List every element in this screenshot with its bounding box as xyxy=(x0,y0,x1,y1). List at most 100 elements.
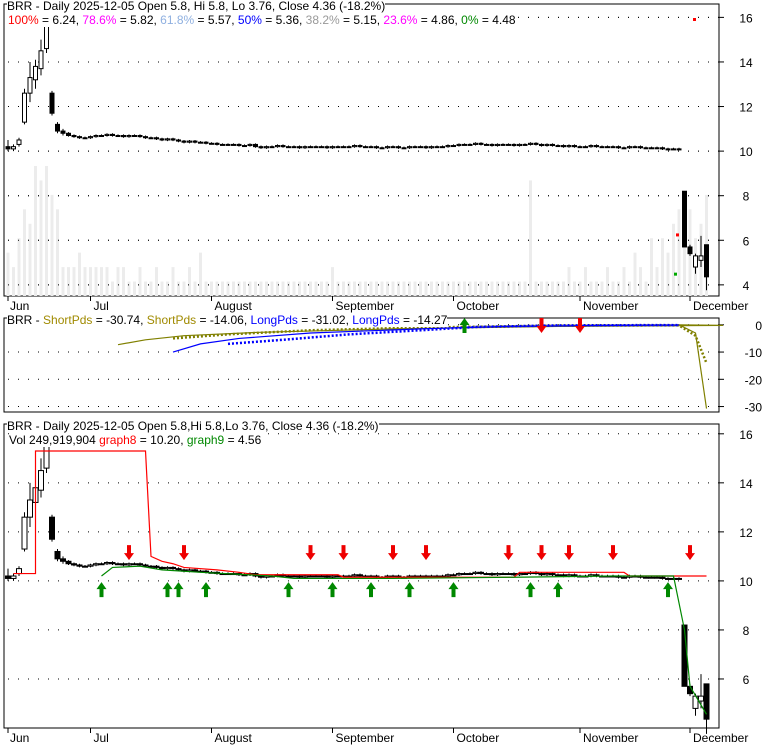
candle-body xyxy=(571,574,578,577)
volume-bar xyxy=(529,180,532,296)
candle-body xyxy=(203,141,209,144)
series-name: ShortPds xyxy=(146,313,197,327)
fib-level-value: 4.86 xyxy=(431,13,455,27)
volume-bar xyxy=(67,267,70,296)
volume-bar xyxy=(72,267,76,296)
fib-level-label: 100% xyxy=(8,13,39,27)
candle-body xyxy=(269,146,275,149)
candle-body xyxy=(511,573,517,576)
fib-level-value: 5.82 xyxy=(130,13,154,27)
volume-bar xyxy=(628,281,631,296)
volume-bar xyxy=(644,281,648,296)
candle-body xyxy=(137,563,143,566)
volume-bar xyxy=(622,267,626,296)
y-tick-label: 16 xyxy=(739,11,753,25)
volume-bar xyxy=(655,267,659,296)
candle-body xyxy=(489,143,495,147)
candle-body xyxy=(110,133,115,137)
volume-bar xyxy=(534,281,538,296)
x-tick-label: October xyxy=(457,731,500,745)
volume-bar xyxy=(298,281,301,296)
volume-bar xyxy=(17,238,21,296)
down-arrow-icon xyxy=(608,545,618,561)
candle-body xyxy=(423,146,429,149)
volume-bar xyxy=(485,281,488,296)
candle-body xyxy=(467,573,473,576)
candle-body xyxy=(55,123,60,132)
candle-body xyxy=(236,143,242,147)
candle-body xyxy=(659,576,666,579)
volume-bar xyxy=(424,281,428,296)
volume-bar xyxy=(369,281,373,296)
candle-body xyxy=(539,143,544,147)
candle-body xyxy=(49,92,55,114)
series-value: -14.27 xyxy=(413,313,448,327)
volume-bar xyxy=(457,281,461,296)
up-arrow-icon xyxy=(525,582,536,598)
volume-bar xyxy=(518,281,521,296)
candle-body xyxy=(324,575,330,578)
candle-body xyxy=(528,142,533,145)
y-tick-label: -10 xyxy=(745,346,763,360)
volume-bar xyxy=(133,281,136,296)
down-arrow-icon xyxy=(536,545,547,561)
candle-body xyxy=(478,571,484,575)
volume-bar xyxy=(188,267,191,296)
candle-body xyxy=(307,575,314,578)
candle-body xyxy=(335,146,341,149)
candle-body xyxy=(649,147,654,150)
candle-body xyxy=(60,130,66,134)
candle-body xyxy=(291,575,297,578)
candle-body xyxy=(10,575,17,579)
candle-body xyxy=(544,573,550,576)
candle-body xyxy=(572,145,577,148)
candle-body xyxy=(148,565,154,568)
x-tick-label: August xyxy=(215,299,253,313)
candle-body xyxy=(456,143,462,147)
up-arrow-icon xyxy=(459,318,470,333)
candle-body xyxy=(616,146,621,149)
candle-body xyxy=(214,142,220,145)
volume-bar xyxy=(122,267,125,296)
candle-body xyxy=(297,146,302,149)
volume-bar xyxy=(661,238,664,296)
candle-body xyxy=(467,143,473,146)
pds-title: BRR xyxy=(7,313,33,327)
candle-body xyxy=(115,135,121,138)
series-name: LongPds xyxy=(250,313,298,327)
candle-body xyxy=(363,146,368,149)
volume-bar xyxy=(397,281,400,296)
volume-bar xyxy=(672,223,675,296)
y-tick-label: 14 xyxy=(739,477,753,491)
candle-body xyxy=(5,575,11,579)
volume-bar xyxy=(45,166,48,296)
volume-bar xyxy=(105,267,109,296)
candle-body xyxy=(560,574,567,577)
up-arrow-icon xyxy=(96,582,107,598)
candle-body xyxy=(99,135,104,138)
up-arrow-icon xyxy=(663,582,673,598)
volume-bar xyxy=(259,281,263,296)
candle-body xyxy=(11,146,16,150)
volume-bar xyxy=(441,281,444,296)
candle-body xyxy=(22,92,27,123)
candle-body xyxy=(132,135,137,138)
volume-bar xyxy=(61,267,65,296)
candle-body xyxy=(445,574,451,577)
y-tick-label: 12 xyxy=(739,526,753,540)
volume-bar xyxy=(23,209,26,296)
candle-body xyxy=(461,573,468,576)
down-arrow-icon xyxy=(685,545,695,561)
candle-body xyxy=(555,574,561,577)
volume-bar xyxy=(182,281,186,296)
candle-body xyxy=(434,146,440,149)
graph9-label: graph9 xyxy=(186,433,225,447)
volume-bar xyxy=(254,281,257,296)
candle-body xyxy=(489,573,495,576)
candle-body xyxy=(693,255,698,268)
fib-level-value: 5.57 xyxy=(207,13,232,27)
candle-body xyxy=(192,140,198,143)
volume-label: Vol 249,919,904 xyxy=(9,433,96,447)
candle-body xyxy=(258,575,264,578)
fib-level-value: 5.15 xyxy=(353,13,377,27)
